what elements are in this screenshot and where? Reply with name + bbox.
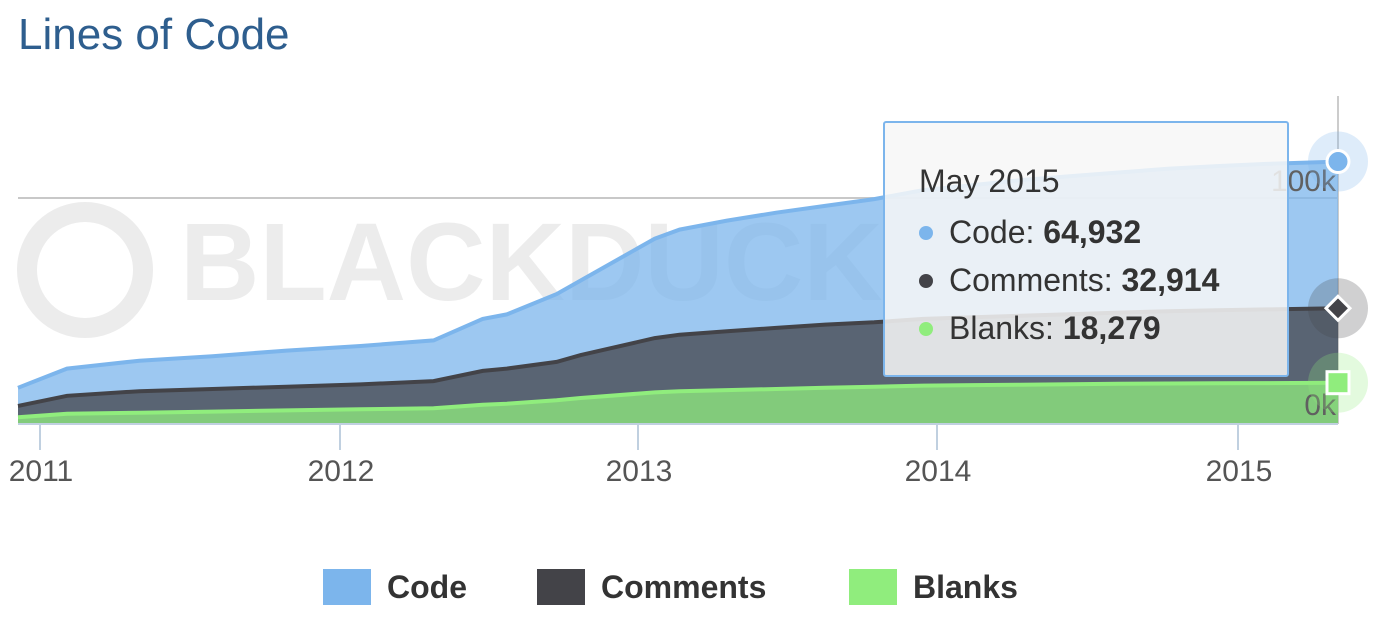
legend-item-blanks[interactable]: Blanks (849, 564, 1018, 610)
tooltip-title: May 2015 (919, 163, 1060, 199)
code-dot-icon (919, 225, 933, 240)
x-tick-label: 2014 (905, 455, 972, 488)
blanks-marker (1325, 370, 1351, 396)
comments-swatch-icon (537, 569, 585, 605)
comments-dot-icon (919, 273, 933, 288)
code-marker (1325, 149, 1351, 175)
x-tick-label: 2015 (1206, 455, 1273, 488)
tooltip-value: 64,932 (1043, 214, 1142, 250)
tooltip-label: Code (949, 214, 1026, 250)
legend-item-code[interactable]: Code (323, 564, 467, 610)
tooltip-value: 32,914 (1121, 262, 1220, 298)
legend-label: Comments (601, 568, 767, 605)
x-tick-label: 2012 (308, 455, 375, 488)
tooltip-row-code: Code: 64,932 (919, 208, 1287, 256)
tooltip-value: 18,279 (1062, 310, 1161, 346)
x-tick-label: 2011 (9, 455, 74, 488)
x-axis: 2011 2012 2013 2014 2015 (9, 423, 1338, 488)
tooltip-row-blanks: Blanks: 18,279 (919, 304, 1287, 352)
blanks-swatch-icon (849, 569, 897, 605)
tooltip: May 2015 Code: 64,932 Comments: 32,914 B… (883, 121, 1289, 377)
legend-label: Code (387, 568, 467, 605)
x-tick-label: 2013 (606, 455, 673, 488)
tooltip-label: Blanks (949, 310, 1046, 346)
legend-label: Blanks (913, 568, 1018, 605)
tooltip-label: Comments (949, 262, 1104, 298)
code-swatch-icon (323, 569, 371, 605)
legend-item-comments[interactable]: Comments (537, 564, 766, 610)
watermark-logo (17, 202, 153, 338)
blanks-dot-icon (919, 321, 933, 336)
tooltip-row-comments: Comments: 32,914 (919, 256, 1287, 304)
chart-legend: Code Comments Blanks (0, 564, 1396, 610)
